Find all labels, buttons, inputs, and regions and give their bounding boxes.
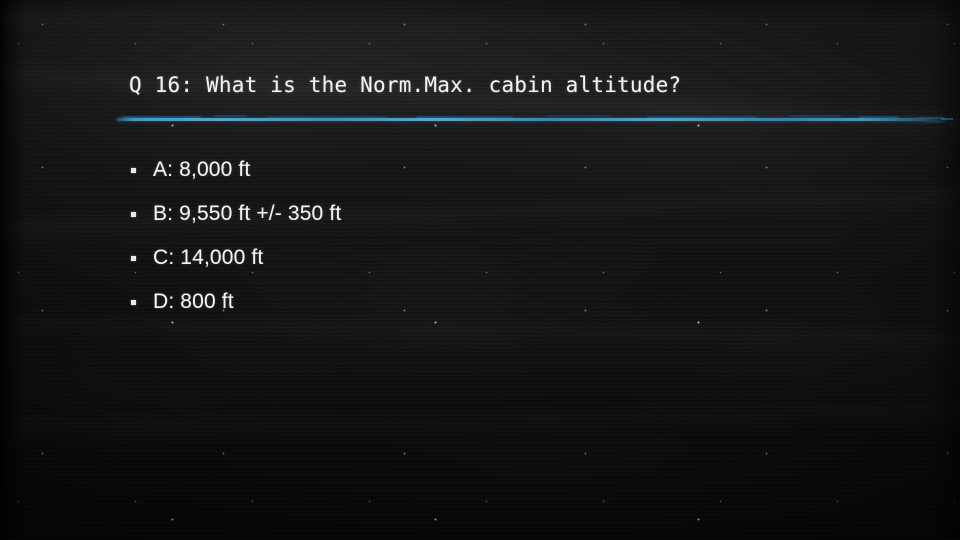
square-bullet-icon: [131, 212, 136, 217]
square-bullet-icon: [131, 168, 136, 173]
answer-option-a[interactable]: A: 8,000 ft: [131, 148, 871, 192]
divider-tail: [941, 118, 953, 120]
square-bullet-icon: [131, 256, 136, 261]
quiz-slide: Q 16: What is the Norm.Max. cabin altitu…: [0, 0, 960, 540]
answer-options-list: A: 8,000 ft B: 9,550 ft +/- 350 ft C: 14…: [131, 148, 871, 324]
chalk-divider: [117, 113, 953, 125]
answer-option-b[interactable]: B: 9,550 ft +/- 350 ft: [131, 192, 871, 236]
answer-option-d[interactable]: D: 800 ft: [131, 280, 871, 324]
divider-fragment: [923, 121, 941, 123]
answer-option-label: A: 8,000 ft: [153, 158, 251, 181]
question-title: Q 16: What is the Norm.Max. cabin altitu…: [129, 73, 682, 97]
answer-option-c[interactable]: C: 14,000 ft: [131, 236, 871, 280]
divider-fragment: [547, 115, 611, 117]
answer-option-label: B: 9,550 ft +/- 350 ft: [153, 202, 342, 225]
divider-line: [117, 118, 945, 121]
answer-option-label: D: 800 ft: [153, 290, 234, 313]
square-bullet-icon: [131, 300, 136, 305]
divider-fragment: [213, 115, 247, 117]
slide-content: Q 16: What is the Norm.Max. cabin altitu…: [0, 0, 960, 540]
answer-option-label: C: 14,000 ft: [153, 246, 264, 269]
divider-fragment: [789, 115, 841, 117]
